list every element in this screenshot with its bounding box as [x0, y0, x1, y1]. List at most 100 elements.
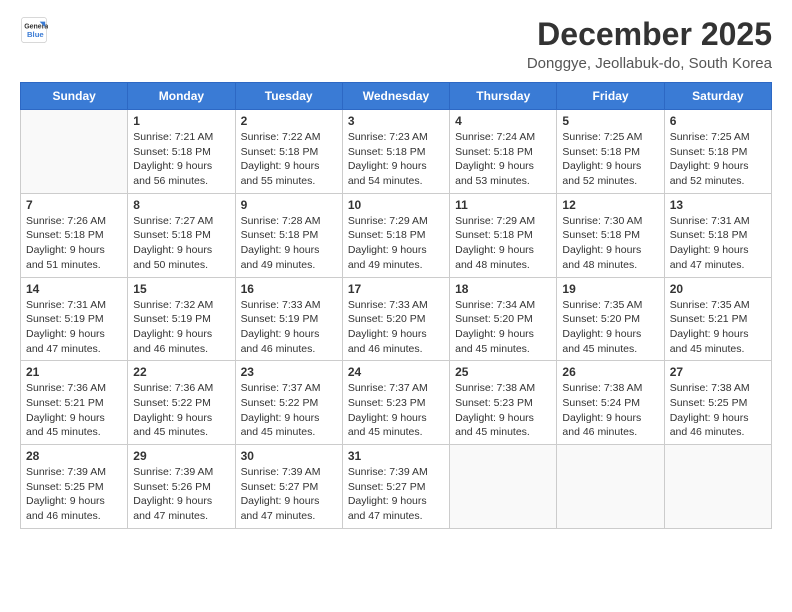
day-info: Sunrise: 7:27 AM Sunset: 5:18 PM Dayligh…	[133, 214, 229, 273]
day-number: 29	[133, 449, 229, 463]
calendar-cell: 2 Sunrise: 7:22 AM Sunset: 5:18 PM Daylig…	[235, 110, 342, 194]
day-number: 31	[348, 449, 444, 463]
day-info: Sunrise: 7:32 AM Sunset: 5:19 PM Dayligh…	[133, 298, 229, 357]
calendar-cell: 11 Sunrise: 7:29 AM Sunset: 5:18 PM Dayli…	[450, 193, 557, 277]
day-number: 10	[348, 198, 444, 212]
day-info: Sunrise: 7:38 AM Sunset: 5:23 PM Dayligh…	[455, 381, 551, 440]
day-info: Sunrise: 7:38 AM Sunset: 5:25 PM Dayligh…	[670, 381, 766, 440]
calendar-cell	[450, 445, 557, 529]
day-info: Sunrise: 7:39 AM Sunset: 5:27 PM Dayligh…	[241, 465, 337, 524]
day-info: Sunrise: 7:22 AM Sunset: 5:18 PM Dayligh…	[241, 130, 337, 189]
calendar-cell: 18 Sunrise: 7:34 AM Sunset: 5:20 PM Dayli…	[450, 277, 557, 361]
day-number: 28	[26, 449, 122, 463]
day-info: Sunrise: 7:34 AM Sunset: 5:20 PM Dayligh…	[455, 298, 551, 357]
day-number: 21	[26, 365, 122, 379]
day-number: 25	[455, 365, 551, 379]
logo-icon: General Blue	[20, 16, 48, 44]
calendar-cell: 12 Sunrise: 7:30 AM Sunset: 5:18 PM Dayli…	[557, 193, 664, 277]
calendar-cell: 29 Sunrise: 7:39 AM Sunset: 5:26 PM Dayli…	[128, 445, 235, 529]
day-number: 26	[562, 365, 658, 379]
calendar-cell: 21 Sunrise: 7:36 AM Sunset: 5:21 PM Dayli…	[21, 361, 128, 445]
day-number: 17	[348, 282, 444, 296]
day-info: Sunrise: 7:35 AM Sunset: 5:21 PM Dayligh…	[670, 298, 766, 357]
day-number: 12	[562, 198, 658, 212]
day-info: Sunrise: 7:39 AM Sunset: 5:25 PM Dayligh…	[26, 465, 122, 524]
day-info: Sunrise: 7:39 AM Sunset: 5:26 PM Dayligh…	[133, 465, 229, 524]
day-number: 14	[26, 282, 122, 296]
day-info: Sunrise: 7:33 AM Sunset: 5:20 PM Dayligh…	[348, 298, 444, 357]
day-number: 24	[348, 365, 444, 379]
calendar-week-3: 14 Sunrise: 7:31 AM Sunset: 5:19 PM Dayli…	[21, 277, 772, 361]
calendar-cell: 13Sunrise: 7:31 AM Sunset: 5:18 PM Dayli…	[664, 193, 771, 277]
day-number: 15	[133, 282, 229, 296]
calendar-cell: 7 Sunrise: 7:26 AM Sunset: 5:18 PM Daylig…	[21, 193, 128, 277]
weekday-header-wednesday: Wednesday	[342, 83, 449, 110]
day-info: Sunrise: 7:26 AM Sunset: 5:18 PM Dayligh…	[26, 214, 122, 273]
day-info: Sunrise: 7:30 AM Sunset: 5:18 PM Dayligh…	[562, 214, 658, 273]
day-number: 23	[241, 365, 337, 379]
calendar-cell: 27Sunrise: 7:38 AM Sunset: 5:25 PM Dayli…	[664, 361, 771, 445]
day-number: 11	[455, 198, 551, 212]
day-number: 18	[455, 282, 551, 296]
calendar-cell: 17 Sunrise: 7:33 AM Sunset: 5:20 PM Dayli…	[342, 277, 449, 361]
logo: General Blue	[20, 16, 48, 44]
calendar-cell: 6Sunrise: 7:25 AM Sunset: 5:18 PM Daylig…	[664, 110, 771, 194]
day-number: 7	[26, 198, 122, 212]
calendar-week-1: 1Sunrise: 7:21 AM Sunset: 5:18 PM Daylig…	[21, 110, 772, 194]
weekday-header-friday: Friday	[557, 83, 664, 110]
day-number: 2	[241, 114, 337, 128]
day-info: Sunrise: 7:23 AM Sunset: 5:18 PM Dayligh…	[348, 130, 444, 189]
day-number: 9	[241, 198, 337, 212]
calendar-week-4: 21 Sunrise: 7:36 AM Sunset: 5:21 PM Dayli…	[21, 361, 772, 445]
calendar-cell: 22 Sunrise: 7:36 AM Sunset: 5:22 PM Dayli…	[128, 361, 235, 445]
day-info: Sunrise: 7:36 AM Sunset: 5:22 PM Dayligh…	[133, 381, 229, 440]
calendar-cell: 19 Sunrise: 7:35 AM Sunset: 5:20 PM Dayli…	[557, 277, 664, 361]
day-info: Sunrise: 7:33 AM Sunset: 5:19 PM Dayligh…	[241, 298, 337, 357]
calendar-cell: 1Sunrise: 7:21 AM Sunset: 5:18 PM Daylig…	[128, 110, 235, 194]
day-number: 19	[562, 282, 658, 296]
day-number: 5	[562, 114, 658, 128]
weekday-header-sunday: Sunday	[21, 83, 128, 110]
weekday-header-thursday: Thursday	[450, 83, 557, 110]
day-number: 1	[133, 114, 229, 128]
day-number: 20	[670, 282, 766, 296]
calendar-cell: 8Sunrise: 7:27 AM Sunset: 5:18 PM Daylig…	[128, 193, 235, 277]
calendar-cell	[21, 110, 128, 194]
day-info: Sunrise: 7:37 AM Sunset: 5:22 PM Dayligh…	[241, 381, 337, 440]
day-info: Sunrise: 7:36 AM Sunset: 5:21 PM Dayligh…	[26, 381, 122, 440]
calendar-cell: 25 Sunrise: 7:38 AM Sunset: 5:23 PM Dayli…	[450, 361, 557, 445]
month-title: December 2025	[527, 16, 772, 53]
day-number: 16	[241, 282, 337, 296]
day-number: 22	[133, 365, 229, 379]
calendar-cell: 24 Sunrise: 7:37 AM Sunset: 5:23 PM Dayli…	[342, 361, 449, 445]
day-info: Sunrise: 7:31 AM Sunset: 5:19 PM Dayligh…	[26, 298, 122, 357]
calendar-cell: 23 Sunrise: 7:37 AM Sunset: 5:22 PM Dayli…	[235, 361, 342, 445]
day-number: 30	[241, 449, 337, 463]
day-info: Sunrise: 7:24 AM Sunset: 5:18 PM Dayligh…	[455, 130, 551, 189]
day-info: Sunrise: 7:25 AM Sunset: 5:18 PM Dayligh…	[562, 130, 658, 189]
calendar-cell	[664, 445, 771, 529]
day-info: Sunrise: 7:37 AM Sunset: 5:23 PM Dayligh…	[348, 381, 444, 440]
day-info: Sunrise: 7:28 AM Sunset: 5:18 PM Dayligh…	[241, 214, 337, 273]
header: General Blue December 2025 Donggye, Jeol…	[20, 16, 772, 72]
calendar-cell: 15 Sunrise: 7:32 AM Sunset: 5:19 PM Dayli…	[128, 277, 235, 361]
calendar-cell: 10 Sunrise: 7:29 AM Sunset: 5:18 PM Dayli…	[342, 193, 449, 277]
day-number: 3	[348, 114, 444, 128]
title-area: December 2025 Donggye, Jeollabuk-do, Sou…	[527, 16, 772, 72]
calendar-week-2: 7 Sunrise: 7:26 AM Sunset: 5:18 PM Daylig…	[21, 193, 772, 277]
calendar: SundayMondayTuesdayWednesdayThursdayFrid…	[20, 82, 772, 529]
day-number: 6	[670, 114, 766, 128]
svg-text:Blue: Blue	[27, 30, 44, 39]
weekday-header-monday: Monday	[128, 83, 235, 110]
day-info: Sunrise: 7:35 AM Sunset: 5:20 PM Dayligh…	[562, 298, 658, 357]
day-info: Sunrise: 7:29 AM Sunset: 5:18 PM Dayligh…	[348, 214, 444, 273]
calendar-cell: 3 Sunrise: 7:23 AM Sunset: 5:18 PM Daylig…	[342, 110, 449, 194]
calendar-cell: 5 Sunrise: 7:25 AM Sunset: 5:18 PM Daylig…	[557, 110, 664, 194]
calendar-cell: 4Sunrise: 7:24 AM Sunset: 5:18 PM Daylig…	[450, 110, 557, 194]
calendar-cell: 20 Sunrise: 7:35 AM Sunset: 5:21 PM Dayli…	[664, 277, 771, 361]
calendar-week-5: 28 Sunrise: 7:39 AM Sunset: 5:25 PM Dayli…	[21, 445, 772, 529]
calendar-cell: 14 Sunrise: 7:31 AM Sunset: 5:19 PM Dayli…	[21, 277, 128, 361]
calendar-cell: 26Sunrise: 7:38 AM Sunset: 5:24 PM Dayli…	[557, 361, 664, 445]
day-info: Sunrise: 7:29 AM Sunset: 5:18 PM Dayligh…	[455, 214, 551, 273]
calendar-cell	[557, 445, 664, 529]
